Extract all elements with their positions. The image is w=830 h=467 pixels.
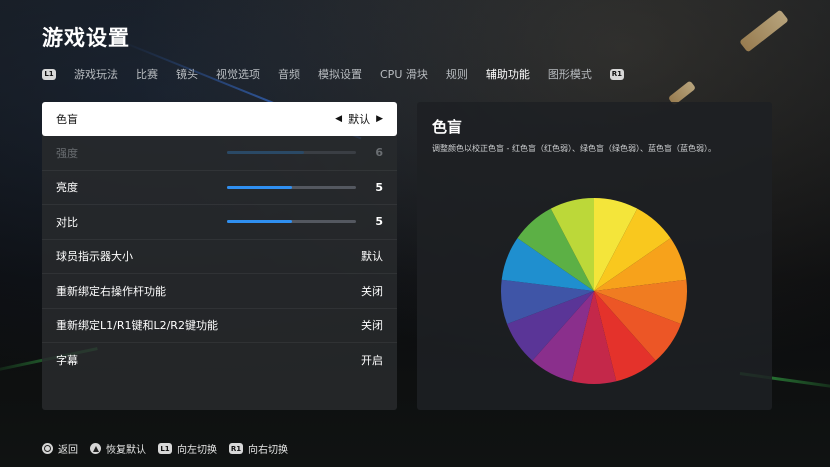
setting-label: 球员指示器大小 <box>56 250 133 264</box>
setting-contrast[interactable]: 对比 5 <box>42 205 397 240</box>
back-label: 返回 <box>58 445 78 456</box>
back-hint[interactable]: 返回 <box>42 441 78 456</box>
stadium-lamp <box>739 9 789 53</box>
setting-label: 色盲 <box>56 112 78 126</box>
setting-label: 字幕 <box>56 354 78 368</box>
tab-bar: L1 游戏玩法 比赛 镜头 视觉选项 音频 模拟设置 CPU 滑块 规则 辅助功… <box>42 66 624 82</box>
setting-value: 6 <box>375 146 383 160</box>
tab-audio[interactable]: 音频 <box>278 66 300 82</box>
tab-gameplay[interactable]: 游戏玩法 <box>74 66 118 82</box>
setting-value: 5 <box>375 180 383 194</box>
setting-brightness[interactable]: 亮度 5 <box>42 171 397 205</box>
tab-accessibility[interactable]: 辅助功能 <box>486 66 530 82</box>
tab-graphics-mode[interactable]: 图形模式 <box>548 66 592 82</box>
setting-value: 5 <box>375 215 383 229</box>
tab-match[interactable]: 比赛 <box>136 66 158 82</box>
slider-fill <box>227 185 292 189</box>
page-title: 游戏设置 <box>42 26 130 50</box>
setting-value: 默认 <box>361 250 383 264</box>
tab-visual-options[interactable]: 视觉选项 <box>216 66 260 82</box>
switch-left-hint[interactable]: L1 向左切换 <box>158 441 217 456</box>
arrow-right-icon[interactable]: ▶ <box>376 114 383 124</box>
setting-value: 默认 <box>348 112 371 126</box>
switch-right-label: 向右切换 <box>248 445 288 456</box>
intensity-slider <box>227 151 356 155</box>
l1-button-icon[interactable]: L1 <box>42 68 56 80</box>
tab-rules[interactable]: 规则 <box>446 66 468 82</box>
setting-label: 强度 <box>56 146 78 160</box>
setting-subtitles[interactable]: 字幕 开启 <box>42 343 397 378</box>
reset-label: 恢复默认 <box>106 445 146 456</box>
detail-title: 色盲 <box>432 118 463 136</box>
setting-player-indicator-size[interactable]: 球员指示器大小 默认 <box>42 240 397 274</box>
button-hints: 返回 恢复默认 L1 向左切换 R1 向右切换 <box>42 441 288 456</box>
setting-value: 关闭 <box>361 319 383 333</box>
brightness-slider[interactable] <box>227 185 356 189</box>
detail-panel: 色盲 调整颜色以校正色盲 - 红色盲（红色弱）、绿色盲（绿色弱）、蓝色盲（蓝色弱… <box>417 102 772 410</box>
tab-cpu-sliders[interactable]: CPU 滑块 <box>380 66 428 82</box>
setting-rebind-triggers[interactable]: 重新绑定L1/R1键和L2/R2键功能 关闭 <box>42 309 397 343</box>
r1-button-icon[interactable]: R1 <box>609 68 624 80</box>
switch-left-label: 向左切换 <box>177 445 217 456</box>
setting-colorblind[interactable]: 色盲 ◀ 默认 ▶ <box>42 102 397 136</box>
setting-label: 亮度 <box>56 181 78 195</box>
setting-intensity: 强度 6 <box>42 136 397 171</box>
triangle-button-icon <box>90 443 101 454</box>
settings-list: 色盲 ◀ 默认 ▶ 强度 6 亮度 5 对比 5 球员指示器大小 默认 重新绑定… <box>42 102 397 410</box>
slider-fill <box>227 151 305 155</box>
slider-fill <box>227 220 292 224</box>
detail-description: 调整颜色以校正色盲 - 红色盲（红色弱）、绿色盲（绿色弱）、蓝色盲（蓝色弱）。 <box>432 144 716 153</box>
setting-label: 对比 <box>56 215 78 229</box>
setting-label: 重新绑定L1/R1键和L2/R2键功能 <box>56 319 218 333</box>
setting-value: 开启 <box>361 354 383 368</box>
contrast-slider[interactable] <box>227 220 356 224</box>
color-wheel-image <box>501 198 687 385</box>
tab-simulation-settings[interactable]: 模拟设置 <box>318 66 362 82</box>
reset-default-hint[interactable]: 恢复默认 <box>90 441 146 456</box>
r1-button-icon: R1 <box>229 443 243 454</box>
circle-button-icon <box>42 443 53 454</box>
l1-button-icon: L1 <box>158 443 172 454</box>
arrow-left-icon[interactable]: ◀ <box>335 114 342 124</box>
tab-camera[interactable]: 镜头 <box>176 66 198 82</box>
switch-right-hint[interactable]: R1 向右切换 <box>229 441 288 456</box>
setting-label: 重新绑定右操作杆功能 <box>56 284 166 298</box>
setting-rebind-right-stick[interactable]: 重新绑定右操作杆功能 关闭 <box>42 274 397 309</box>
setting-value: 关闭 <box>361 284 383 298</box>
